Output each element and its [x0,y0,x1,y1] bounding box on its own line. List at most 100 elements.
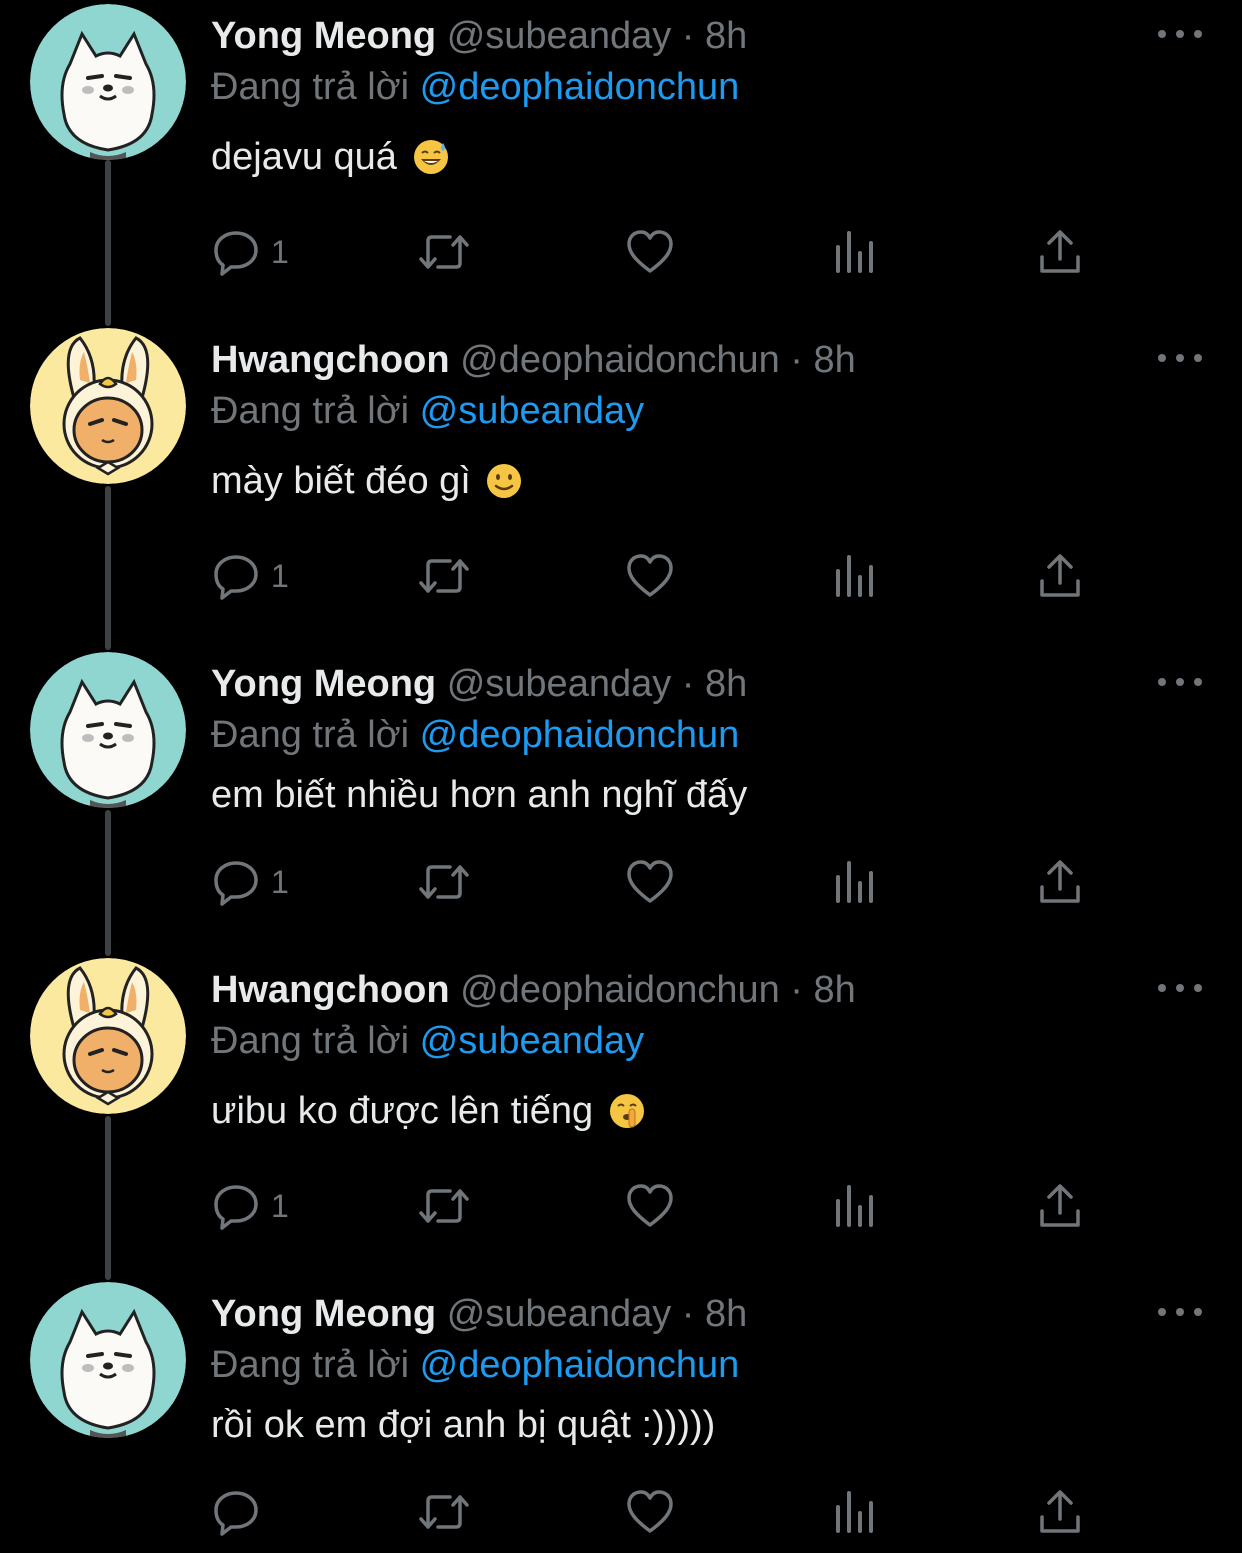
views-chart-icon [836,1491,873,1533]
share-icon [1040,1490,1080,1533]
share-icon [1040,230,1080,273]
more-options-icon[interactable] [1158,348,1202,368]
timestamp[interactable]: 8h [705,1293,747,1335]
display-name[interactable]: Hwangchoon [211,339,450,381]
reply-button[interactable]: 1 [211,224,289,280]
tweet-header: Yong Meong @subeanday · 8h [211,661,747,707]
user-handle[interactable]: @deophaidonchun [460,969,780,1011]
replying-to-handle[interactable]: @deophaidonchun [420,66,740,108]
tweet-text: em biết nhiều hơn anh nghĩ đấy [211,772,747,818]
reply-button[interactable]: 1 [211,548,289,604]
shushing-emoji-icon [609,1094,644,1128]
user-handle[interactable]: @deophaidonchun [460,339,780,381]
sweat-smile-emoji-icon [413,140,448,174]
share-button[interactable] [1037,854,1083,910]
tweet-text: dejavu quá [211,134,450,180]
views-button[interactable] [833,1178,879,1234]
share-button[interactable] [1037,548,1083,604]
timestamp[interactable]: 8h [705,15,747,57]
more-options-icon[interactable] [1158,1302,1202,1322]
share-button[interactable] [1037,224,1083,280]
tweet-text-content: dejavu quá [211,136,397,178]
tweet[interactable]: Yong Meong @subeanday · 8h Đang trả lời … [0,652,1242,932]
tweet-header: Hwangchoon @deophaidonchun · 8h [211,337,856,383]
avatar[interactable] [30,4,186,160]
reply-icon [214,555,258,600]
tweet[interactable]: Yong Meong @subeanday · 8h Đang trả lời … [0,4,1242,304]
retweet-button[interactable] [416,224,472,280]
user-handle[interactable]: @subeanday [447,1293,672,1335]
display-name[interactable]: Yong Meong [211,663,436,705]
avatar[interactable] [30,958,186,1114]
tweet-text-content: mày biết đéo gì [211,460,471,502]
share-button[interactable] [1037,1484,1083,1540]
views-chart-icon [836,1185,873,1227]
reply-button[interactable]: 1 [211,854,289,910]
like-button[interactable] [625,1484,675,1540]
share-button[interactable] [1037,1178,1083,1234]
display-name[interactable]: Yong Meong [211,15,436,57]
more-options-icon[interactable] [1158,24,1202,44]
tweet-text: ưibu ko được lên tiếng [211,1088,646,1134]
heart-icon [627,1184,673,1227]
retweet-icon [419,1189,469,1223]
user-handle[interactable]: @subeanday [447,15,672,57]
views-chart-icon [836,231,873,273]
heart-icon [627,554,673,597]
white-dog-avatar-icon [30,1282,186,1438]
retweet-button[interactable] [416,548,472,604]
replying-to: Đang trả lời @deophaidonchun [211,64,739,110]
replying-to-handle[interactable]: @deophaidonchun [420,714,740,756]
separator: · [681,1293,695,1335]
retweet-button[interactable] [416,1484,472,1540]
tweet[interactable]: Hwangchoon @deophaidonchun · 8h Đang trả… [0,328,1242,628]
heart-icon [627,1490,673,1533]
like-button[interactable] [625,854,675,910]
more-options-icon[interactable] [1158,672,1202,692]
views-button[interactable] [833,224,879,280]
reply-button[interactable]: 1 [211,1178,289,1234]
reply-count: 1 [271,233,289,270]
user-handle[interactable]: @subeanday [447,663,672,705]
timestamp[interactable]: 8h [705,663,747,705]
slight-smile-emoji-icon [487,464,522,498]
retweet-icon [419,559,469,593]
heart-icon [627,230,673,273]
share-icon [1040,860,1080,903]
more-options-icon[interactable] [1158,978,1202,998]
display-name[interactable]: Hwangchoon [211,969,450,1011]
reply-count: 1 [271,557,289,594]
retweet-button[interactable] [416,854,472,910]
replying-to-handle[interactable]: @subeanday [420,1020,645,1062]
replying-to-label: Đang trả lời [211,714,410,756]
display-name[interactable]: Yong Meong [211,1293,436,1335]
tweet-text: rồi ok em đợi anh bị quật :))))) [211,1402,715,1448]
yellow-bunny-avatar-icon [30,328,186,484]
replying-to: Đang trả lời @subeanday [211,388,644,434]
like-button[interactable] [625,548,675,604]
retweet-button[interactable] [416,1178,472,1234]
avatar[interactable] [30,652,186,808]
tweet[interactable]: Hwangchoon @deophaidonchun · 8h Đang trả… [0,958,1242,1258]
replying-to: Đang trả lời @deophaidonchun [211,712,739,758]
separator: · [790,339,803,381]
replying-to-handle[interactable]: @subeanday [420,390,645,432]
reply-count: 1 [271,863,289,900]
views-button[interactable] [833,1484,879,1540]
replying-to-handle[interactable]: @deophaidonchun [420,1344,740,1386]
replying-to-label: Đang trả lời [211,1020,410,1062]
reply-button[interactable] [211,1484,271,1540]
tweet-header: Yong Meong @subeanday · 8h [211,13,747,59]
like-button[interactable] [625,224,675,280]
timestamp[interactable]: 8h [814,339,856,381]
views-button[interactable] [833,854,879,910]
views-button[interactable] [833,548,879,604]
avatar[interactable] [30,328,186,484]
tweet[interactable]: Yong Meong @subeanday · 8h Đang trả lời … [0,1282,1242,1553]
retweet-icon [419,865,469,899]
tweet-text-content: ưibu ko được lên tiếng [211,1090,594,1132]
timestamp[interactable]: 8h [814,969,856,1011]
like-button[interactable] [625,1178,675,1234]
avatar[interactable] [30,1282,186,1438]
action-bar: 1 [211,854,1111,910]
